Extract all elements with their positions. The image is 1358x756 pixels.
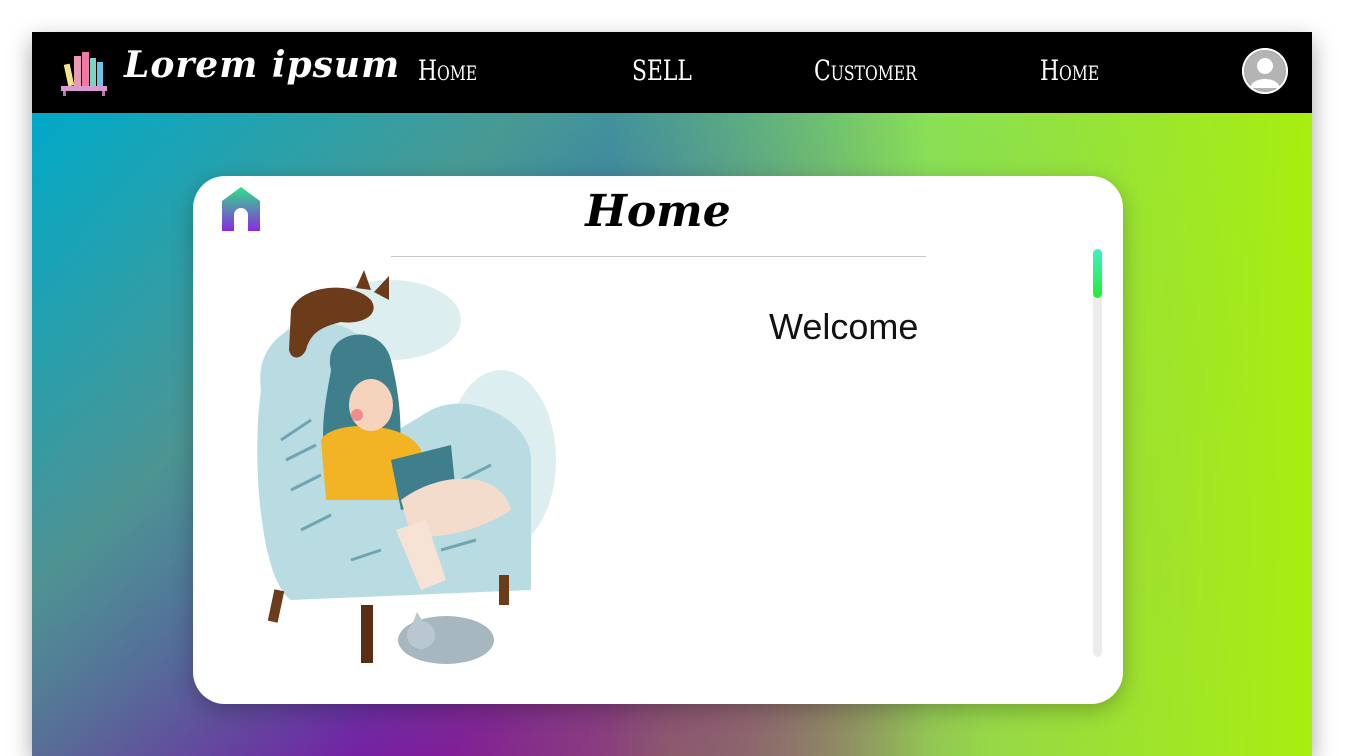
top-navbar: Lorem ipsum Home SELL Customer Home [32,32,1312,113]
nav-item-customer[interactable]: Customer [814,54,917,87]
brand-name: Lorem ipsum [124,44,401,86]
girl-reading-illustration [257,270,556,664]
scrollbar-thumb[interactable] [1093,249,1102,298]
nav-item-home-2[interactable]: Home [1040,54,1099,87]
user-avatar-icon[interactable] [1242,48,1288,94]
app-frame: Lorem ipsum Home SELL Customer Home Home… [32,32,1312,756]
welcome-text: Welcome [769,306,919,347]
nav-item-sell[interactable]: SELL [632,54,692,87]
page-title: Home [585,186,731,237]
bookshelf-icon[interactable] [58,46,110,98]
nav-item-home[interactable]: Home [418,54,477,87]
scrollbar[interactable] [1093,249,1102,657]
home-card: Home Welcome [193,176,1123,704]
title-divider [391,256,926,257]
